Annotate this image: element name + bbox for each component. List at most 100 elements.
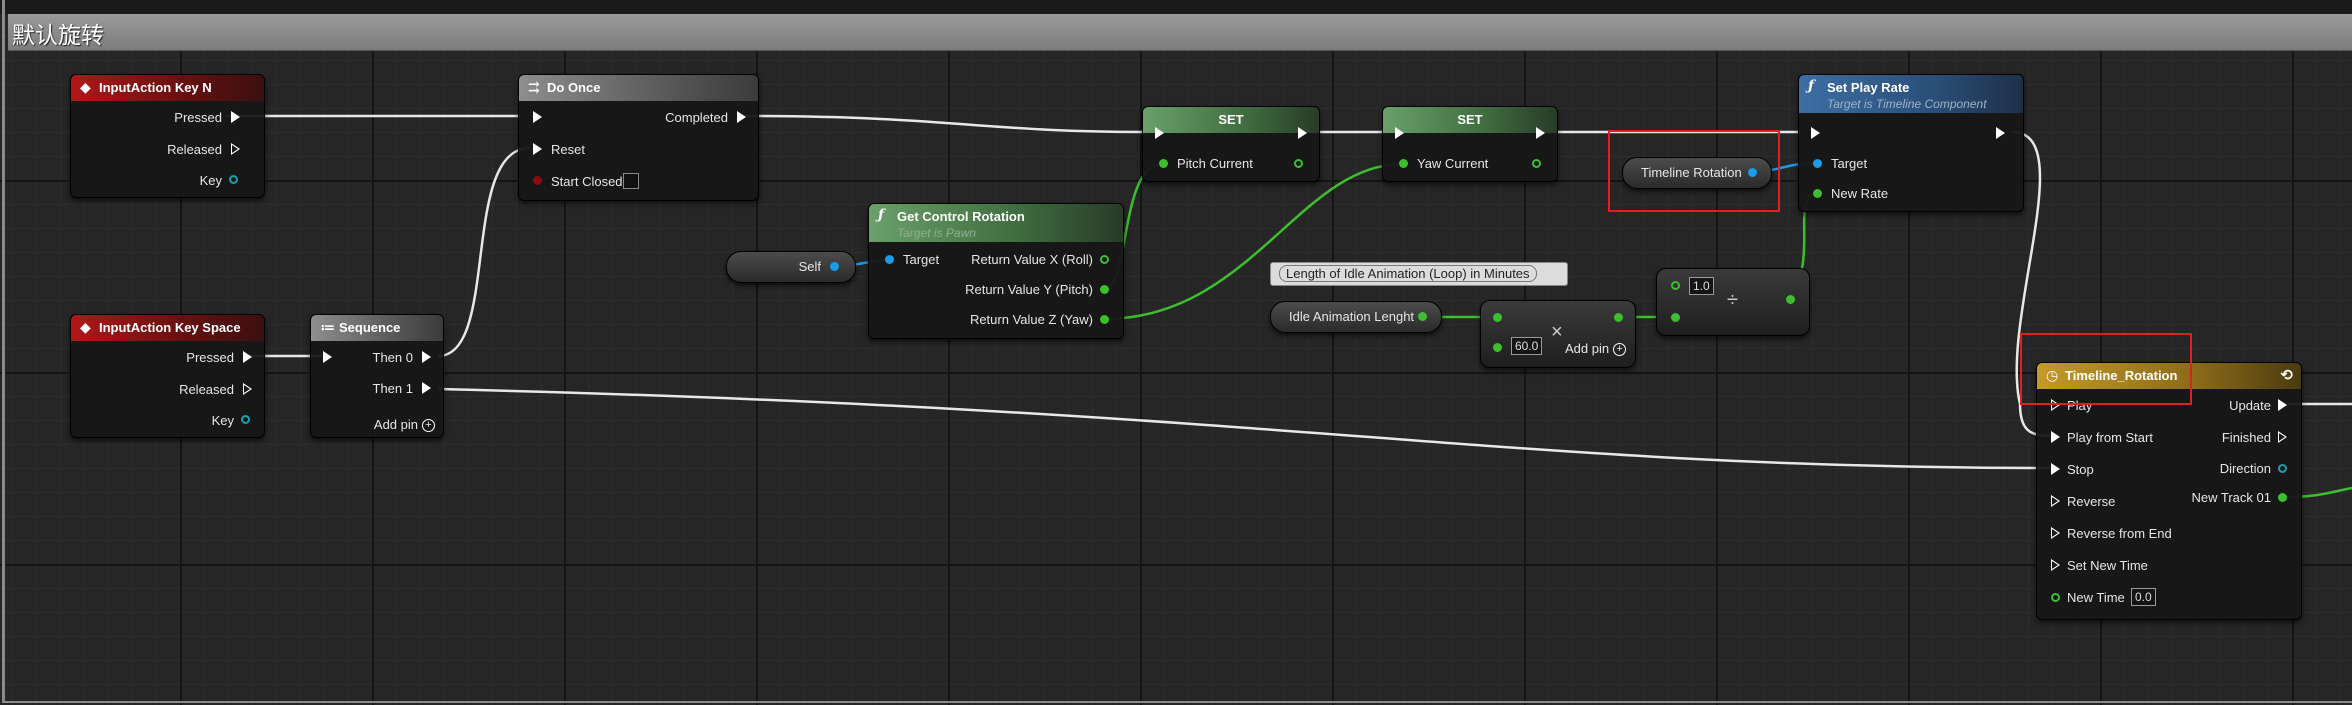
pin-label: Stop (2067, 462, 2094, 477)
input-action-key-space-node[interactable]: ◆ InputAction Key Space Pressed Released … (70, 314, 265, 438)
exec-out-pin[interactable] (1298, 127, 1307, 139)
float-out-pin[interactable] (1100, 255, 1109, 264)
float-out-pin[interactable] (1786, 295, 1795, 304)
exec-out-pin[interactable] (231, 143, 240, 155)
pin-label: Start Closed (551, 174, 623, 189)
pin-label: Finished (2221, 430, 2271, 445)
exec-in-pin[interactable] (2051, 431, 2060, 443)
self-node[interactable]: Self (726, 251, 856, 283)
object-in-pin[interactable] (885, 255, 894, 264)
enum-out-pin[interactable] (2278, 464, 2287, 473)
exec-in-pin[interactable] (2051, 559, 2060, 571)
pin-label: Then 0 (372, 350, 413, 365)
float-in-pin[interactable] (1671, 313, 1680, 322)
add-pin-label: Add pin (1565, 341, 1610, 356)
add-pin-label: Add pin (373, 417, 418, 432)
divide-value-input[interactable]: 1.0 (1689, 277, 1714, 295)
float-in-pin[interactable] (1813, 189, 1822, 198)
comment-bubble[interactable]: Length of Idle Animation (Loop) in Minut… (1270, 262, 1568, 286)
float-in-pin[interactable] (1399, 159, 1408, 168)
node-title: SET (1457, 112, 1483, 127)
wire-float (1103, 162, 1403, 321)
set-play-rate-node[interactable]: ƒ Set Play Rate Target is Timeline Compone… (1798, 74, 2024, 212)
set-pitch-node[interactable]: SET Pitch Current (1142, 106, 1320, 182)
struct-out-pin[interactable] (229, 175, 238, 184)
struct-out-pin[interactable] (241, 415, 250, 424)
node-subtitle: Target is Pawn (897, 226, 976, 240)
exec-out-pin[interactable] (422, 351, 431, 363)
multiply-value-input[interactable]: 60.0 (1511, 337, 1543, 355)
node-title: InputAction Key Space (99, 320, 241, 335)
node-title: SET (1218, 112, 1244, 127)
idle-animation-variable-node[interactable]: Idle Animation Lenght (1270, 301, 1442, 333)
float-in-pin[interactable] (1493, 343, 1502, 352)
pin-label: Target (903, 252, 940, 267)
float-out-pin[interactable] (1100, 315, 1109, 324)
exec-out-pin[interactable] (231, 111, 240, 123)
bool-in-pin[interactable] (533, 176, 542, 185)
get-control-rotation-node[interactable]: ƒ Get Control Rotation Target is Pawn Targ… (868, 203, 1124, 339)
float-out-pin[interactable] (1532, 159, 1541, 168)
exec-out-pin[interactable] (2278, 399, 2287, 411)
exec-in-pin[interactable] (2051, 463, 2060, 475)
input-action-key-n-node[interactable]: ◆ InputAction Key N Pressed Released Key (70, 74, 265, 198)
highlight-box (1608, 130, 1780, 212)
float-out-pin[interactable] (1614, 313, 1623, 322)
node-title: InputAction Key N (99, 80, 212, 95)
exec-in-pin[interactable] (1811, 127, 1820, 139)
float-in-pin[interactable] (1493, 313, 1502, 322)
exec-out-pin[interactable] (243, 383, 252, 395)
exec-out-pin[interactable] (422, 382, 431, 394)
pin-label: Released (179, 382, 234, 397)
float-out-pin[interactable] (1418, 312, 1427, 321)
pin-label: Key (199, 173, 222, 188)
exec-in-pin[interactable] (1155, 127, 1164, 139)
event-diamond-icon: ◆ (80, 80, 91, 96)
function-f-icon: ƒ (1808, 78, 1815, 94)
exec-in-pin[interactable] (2051, 495, 2060, 507)
plus-circle-icon: + (1613, 343, 1627, 357)
exec-in-pin[interactable] (2051, 527, 2060, 539)
divide-node[interactable]: 1.0 ÷ (1656, 268, 1810, 336)
pin-label: Then 1 (372, 381, 413, 396)
float-out-pin[interactable] (1294, 159, 1303, 168)
new-time-value-input[interactable]: 0.0 (2131, 588, 2156, 606)
multiply-node[interactable]: × 60.0 Add pin + (1480, 300, 1636, 368)
object-out-pin[interactable] (830, 262, 839, 271)
float-out-pin[interactable] (2278, 493, 2287, 502)
function-f-icon: ƒ (878, 207, 885, 223)
exec-in-pin[interactable] (533, 111, 542, 123)
float-in-pin[interactable] (1671, 281, 1680, 290)
exec-in-pin[interactable] (323, 351, 332, 363)
sequence-node[interactable]: ≔ Sequence Then 0 Then 1 Add pin + (310, 314, 444, 438)
float-in-pin[interactable] (1159, 159, 1168, 168)
exec-in-pin[interactable] (1395, 127, 1404, 139)
node-title: Get Control Rotation (897, 209, 1025, 224)
add-pin-button[interactable]: Add pin + (1565, 341, 1627, 357)
exec-out-pin[interactable] (2278, 431, 2287, 443)
wire-exec (744, 114, 1149, 134)
node-subtitle: Target is Timeline Component (1827, 97, 1987, 111)
pin-label: Reset (551, 142, 585, 157)
object-in-pin[interactable] (1813, 159, 1822, 168)
pin-label: Pressed (186, 350, 234, 365)
exec-out-pin[interactable] (243, 351, 252, 363)
pin-label: Return Value X (Roll) (971, 252, 1093, 267)
pin-label: Reverse (2067, 494, 2116, 509)
float-out-pin[interactable] (1100, 285, 1109, 294)
exec-out-pin[interactable] (737, 111, 746, 123)
do-once-node[interactable]: ⇉ Do Once Completed Reset Start Closed (518, 74, 759, 201)
set-yaw-node[interactable]: SET Yaw Current (1382, 106, 1558, 182)
variable-label: Idle Animation Lenght (1289, 309, 1415, 324)
start-closed-checkbox[interactable] (623, 173, 639, 189)
exec-in-pin[interactable] (533, 143, 542, 155)
exec-out-pin[interactable] (1536, 127, 1545, 139)
pin-label: New Time (2067, 590, 2125, 605)
pin-label: Direction (2219, 461, 2271, 476)
pin-label: Target (1831, 156, 1868, 171)
exec-out-pin[interactable] (1996, 127, 2005, 139)
pin-label: Update (2229, 398, 2271, 413)
node-title: Sequence (339, 320, 401, 335)
add-pin-button[interactable]: Add pin + (373, 417, 435, 433)
float-in-pin[interactable] (2051, 593, 2060, 602)
